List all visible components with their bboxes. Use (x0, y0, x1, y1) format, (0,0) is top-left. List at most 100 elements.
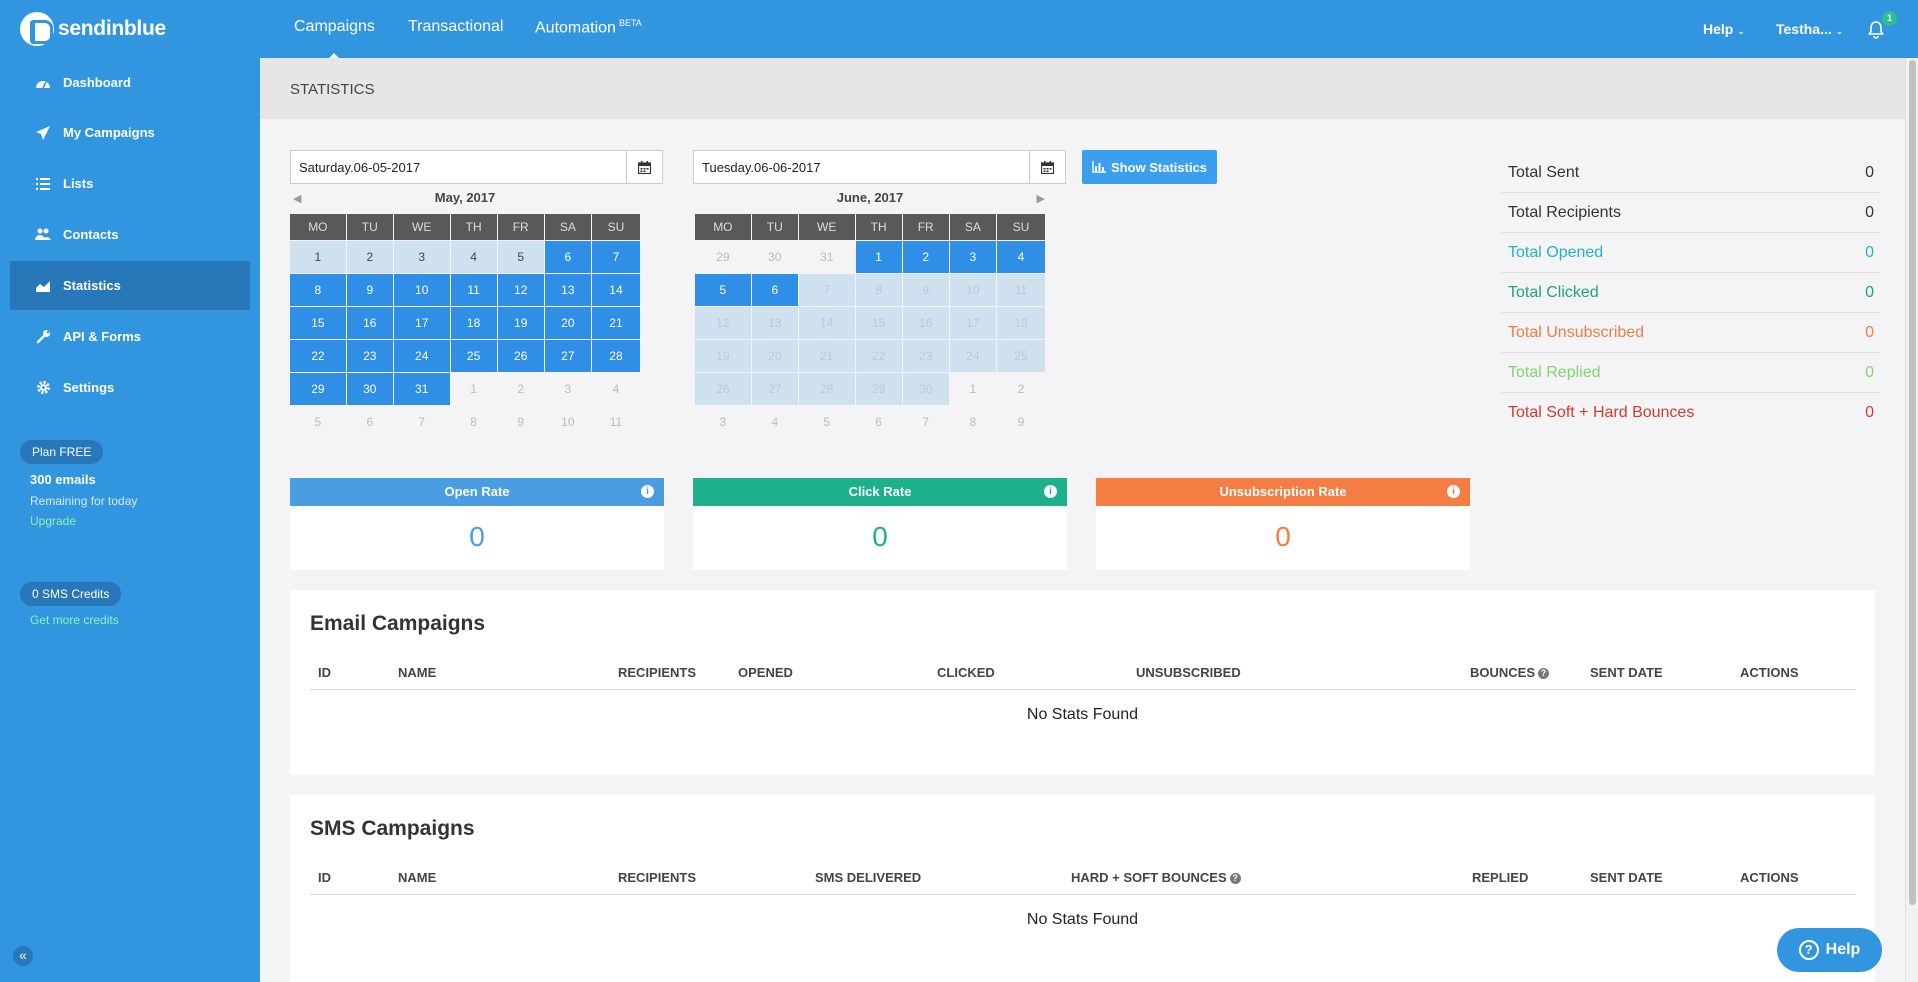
sidebar-item-statistics[interactable]: Statistics (10, 261, 250, 310)
calendar-day[interactable]: 31 (393, 373, 450, 405)
col-replied[interactable]: REPLIED (1472, 870, 1528, 885)
scrollbar-thumb[interactable] (1909, 60, 1916, 905)
calendar-day[interactable]: 16 (902, 307, 949, 339)
end-date-field[interactable]: Tuesday.06-06-2017 (693, 150, 1066, 184)
calendar-day[interactable]: 6 (751, 274, 798, 306)
calendar-day[interactable]: 1 (290, 241, 346, 273)
calendar-day[interactable]: 4 (592, 373, 640, 405)
sidebar-item-settings[interactable]: Settings (10, 363, 250, 412)
calendar-day[interactable]: 11 (996, 274, 1045, 306)
col-bounces[interactable]: BOUNCES? (1470, 665, 1550, 680)
calendar-day[interactable]: 11 (450, 274, 497, 306)
calendar-day[interactable]: 2 (498, 373, 544, 405)
calendar-day[interactable]: 3 (393, 241, 450, 273)
calendar-day[interactable]: 29 (695, 241, 751, 273)
next-month-arrow-icon[interactable]: ▶ (1037, 192, 1045, 205)
calendar-day[interactable]: 8 (855, 274, 902, 306)
calendar-day[interactable]: 8 (290, 274, 346, 306)
calendar-day[interactable]: 3 (949, 241, 996, 273)
col-sms-delivered[interactable]: SMS DELIVERED (815, 870, 921, 885)
start-date-calendar-button[interactable] (626, 151, 662, 183)
calendar-day[interactable]: 11 (592, 406, 640, 438)
calendar-day[interactable]: 9 (346, 274, 393, 306)
calendar-day[interactable]: 6 (347, 406, 393, 438)
calendar-day[interactable]: 6 (856, 406, 902, 438)
sidebar-item-api-forms[interactable]: API & Forms (10, 312, 250, 361)
show-statistics-button[interactable]: Show Statistics (1082, 150, 1217, 184)
calendar-day[interactable]: 3 (545, 373, 591, 405)
help-floating-button[interactable]: ? Help (1777, 928, 1882, 972)
calendar-day[interactable]: 5 (695, 274, 751, 306)
vertical-scrollbar[interactable] (1905, 58, 1918, 982)
collapse-sidebar-button[interactable]: « (13, 946, 33, 966)
calendar-day[interactable]: 4 (996, 241, 1045, 273)
calendar-day[interactable]: 9 (997, 406, 1045, 438)
calendar-day[interactable]: 28 (591, 340, 640, 372)
get-more-credits-link[interactable]: Get more credits (30, 613, 119, 627)
col-name[interactable]: NAME (398, 665, 436, 680)
end-date-calendar-button[interactable] (1029, 151, 1065, 183)
sidebar-item-lists[interactable]: Lists (10, 159, 250, 208)
info-icon[interactable]: i (641, 485, 654, 498)
topnav-automation[interactable]: Automation BETA (535, 18, 642, 37)
calendar-day[interactable]: 25 (996, 340, 1045, 372)
calendar-day[interactable]: 19 (497, 307, 544, 339)
calendar-day[interactable]: 9 (498, 406, 544, 438)
topnav-transactional[interactable]: Transactional (408, 18, 503, 36)
calendar-day[interactable]: 30 (346, 373, 393, 405)
calendar-day[interactable]: 1 (451, 373, 497, 405)
calendar-day[interactable]: 9 (902, 274, 949, 306)
calendar-day[interactable]: 16 (346, 307, 393, 339)
calendar-day[interactable]: 29 (290, 373, 346, 405)
calendar-day[interactable]: 26 (695, 373, 751, 405)
col-opened[interactable]: OPENED (738, 665, 793, 680)
prev-month-arrow-icon[interactable]: ◀ (293, 192, 301, 205)
calendar-day[interactable]: 20 (751, 340, 798, 372)
calendar-day[interactable]: 4 (752, 406, 798, 438)
calendar-day[interactable]: 21 (591, 307, 640, 339)
calendar-day[interactable]: 7 (394, 406, 450, 438)
col-id[interactable]: ID (318, 870, 331, 885)
sidebar-item-contacts[interactable]: Contacts (10, 210, 250, 259)
calendar-day[interactable]: 18 (996, 307, 1045, 339)
calendar-day[interactable]: 26 (497, 340, 544, 372)
calendar-day[interactable]: 17 (393, 307, 450, 339)
calendar-day[interactable]: 12 (497, 274, 544, 306)
calendar-day[interactable]: 30 (902, 373, 949, 405)
calendar-day[interactable]: 2 (997, 373, 1045, 405)
calendar-day[interactable]: 20 (544, 307, 591, 339)
calendar-day[interactable]: 7 (591, 241, 640, 273)
col-sent-date[interactable]: SENT DATE (1590, 665, 1663, 680)
calendar-day[interactable]: 25 (450, 340, 497, 372)
calendar-day[interactable]: 10 (545, 406, 591, 438)
topnav-campaigns[interactable]: Campaigns (294, 18, 375, 61)
calendar-day[interactable]: 10 (949, 274, 996, 306)
calendar-day[interactable]: 30 (752, 241, 798, 273)
calendar-day[interactable]: 14 (591, 274, 640, 306)
calendar-day[interactable]: 29 (855, 373, 902, 405)
col-sent-date[interactable]: SENT DATE (1590, 870, 1663, 885)
col-recipients[interactable]: RECIPIENTS (618, 870, 696, 885)
help-menu[interactable]: Help ⌄ (1703, 21, 1745, 37)
calendar-day[interactable]: 23 (902, 340, 949, 372)
calendar-day[interactable]: 5 (497, 241, 544, 273)
info-icon[interactable]: i (1447, 485, 1460, 498)
calendar-day[interactable]: 28 (798, 373, 855, 405)
calendar-day[interactable]: 15 (855, 307, 902, 339)
calendar-day[interactable]: 3 (695, 406, 751, 438)
calendar-day[interactable]: 31 (799, 241, 855, 273)
calendar-day[interactable]: 7 (798, 274, 855, 306)
sidebar-item-my-campaigns[interactable]: My Campaigns (10, 108, 250, 157)
sidebar-item-dashboard[interactable]: Dashboard (10, 58, 250, 107)
notifications-bell[interactable]: 1 (1868, 11, 1897, 41)
calendar-day[interactable]: 1 (950, 373, 996, 405)
start-date-field[interactable]: Saturday.06-05-2017 (290, 150, 663, 184)
user-menu[interactable]: Testha... ⌄ (1776, 21, 1843, 37)
col-id[interactable]: ID (318, 665, 331, 680)
calendar-day[interactable]: 13 (751, 307, 798, 339)
calendar-day[interactable]: 14 (798, 307, 855, 339)
calendar-day[interactable]: 5 (290, 406, 346, 438)
calendar-day[interactable]: 27 (751, 373, 798, 405)
calendar-day[interactable]: 10 (393, 274, 450, 306)
col-hard-soft-bounces[interactable]: HARD + SOFT BOUNCES? (1071, 870, 1241, 885)
